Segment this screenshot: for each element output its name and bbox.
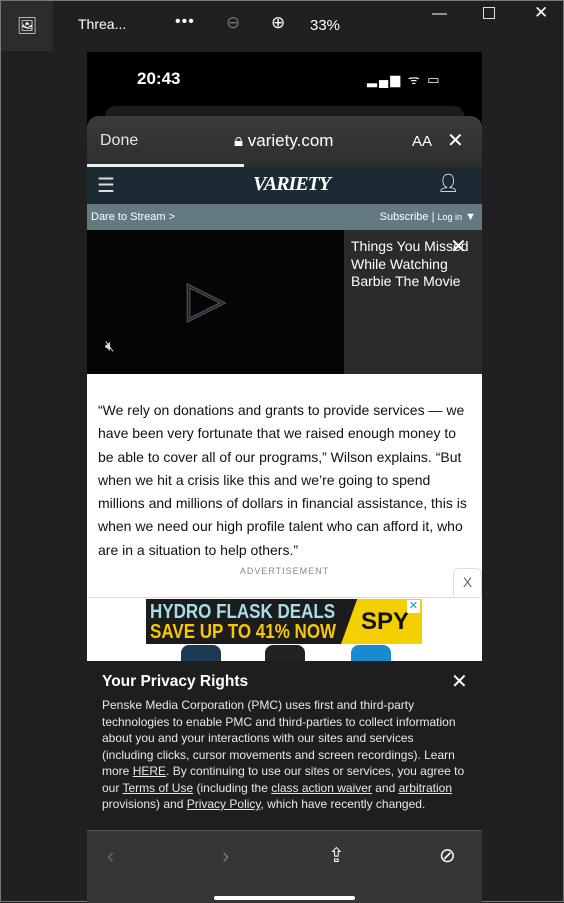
done-button[interactable]: Done bbox=[100, 132, 138, 150]
close-window-button[interactable]: ✕ bbox=[534, 3, 548, 23]
class-action-waiver-link[interactable]: class action waiver bbox=[271, 781, 372, 795]
phone-screenshot: 20:43 ▂▄▆ ᯤ ▭ Done 🔒︎ variety.com AA ✕ ☰… bbox=[87, 52, 482, 903]
subscribe-link[interactable]: Subscribe bbox=[380, 211, 429, 223]
zoom-out-icon[interactable]: ⊖ bbox=[226, 13, 240, 33]
compass-icon[interactable]: ⊘ bbox=[439, 843, 456, 868]
ad-area: HYDRO FLASK DEALS SAVE UP TO 41% NOW SPY… bbox=[87, 597, 482, 663]
status-icons: ▂▄▆ ᯤ ▭ bbox=[367, 72, 442, 87]
video-sidebar: Things You Missed While Watching Barbie … bbox=[344, 230, 482, 374]
url-text: variety.com bbox=[247, 131, 334, 150]
minimize-button[interactable]: — bbox=[432, 5, 447, 22]
window-title: Threa... bbox=[78, 16, 127, 32]
ad-choices-close-icon[interactable]: ✕ bbox=[407, 600, 420, 613]
video-player[interactable]: ▷ 🔇︎ bbox=[87, 230, 344, 374]
more-options-button[interactable]: ••• bbox=[175, 13, 195, 31]
user-icon[interactable]: 👤︎ bbox=[437, 173, 460, 194]
forward-icon[interactable]: › bbox=[222, 843, 229, 869]
browser-sheet: Done 🔒︎ variety.com AA ✕ ☰ VARIETY 👤︎ Da… bbox=[87, 116, 482, 903]
zoom-level: 33% bbox=[310, 17, 341, 34]
caret-down-icon[interactable]: ▼ bbox=[465, 211, 476, 223]
menu-icon[interactable]: ☰ bbox=[97, 173, 115, 198]
privacy-policy-link[interactable]: Privacy Policy bbox=[187, 797, 261, 811]
maximize-button[interactable] bbox=[483, 7, 495, 19]
text-size-button[interactable]: AA bbox=[412, 133, 432, 150]
close-privacy-icon[interactable]: ✕ bbox=[451, 669, 468, 694]
lock-icon: 🔒︎ bbox=[234, 131, 244, 150]
share-icon[interactable]: ⇪ bbox=[328, 843, 345, 868]
browser-header: Done 🔒︎ variety.com AA ✕ bbox=[87, 116, 482, 164]
url-label[interactable]: 🔒︎ variety.com bbox=[234, 131, 333, 151]
login-link[interactable]: Log in bbox=[438, 212, 463, 222]
privacy-text: Penske Media Corporation (PMC) uses firs… bbox=[102, 698, 465, 811]
status-time: 20:43 bbox=[137, 69, 181, 88]
photos-app-icon[interactable]: 🖼 bbox=[1, 1, 53, 51]
arbitration-link[interactable]: arbitration bbox=[399, 781, 452, 795]
home-indicator[interactable] bbox=[214, 896, 355, 900]
dare-to-stream-link[interactable]: Dare to Stream > bbox=[91, 211, 175, 223]
promo-bar: Dare to Stream > Subscribe | Log in ▼ bbox=[87, 204, 482, 230]
close-icon[interactable]: ✕ bbox=[447, 128, 464, 153]
play-logo-icon: ▷ bbox=[186, 271, 226, 328]
privacy-banner: Your Privacy Rights ✕ Penske Media Corpo… bbox=[87, 661, 482, 830]
privacy-title: Your Privacy Rights bbox=[102, 673, 249, 690]
close-video-icon[interactable]: ✕ bbox=[450, 234, 467, 259]
ad-label: ADVERTISEMENT bbox=[239, 566, 330, 576]
mute-icon[interactable]: 🔇︎ bbox=[105, 338, 114, 355]
ad-line-2: SAVE UP TO 41% NOW bbox=[150, 621, 337, 643]
ad-close-button[interactable]: X bbox=[453, 568, 482, 596]
terms-link[interactable]: Terms of Use bbox=[122, 781, 193, 795]
ad-banner[interactable]: HYDRO FLASK DEALS SAVE UP TO 41% NOW SPY… bbox=[146, 599, 422, 644]
site-nav: ☰ VARIETY 👤︎ bbox=[87, 167, 482, 204]
article-body: “We rely on donations and grants to prov… bbox=[87, 374, 482, 597]
zoom-in-icon[interactable]: ⊕ bbox=[271, 13, 285, 33]
window-titlebar: 🖼 Threa... ••• ⊖ ⊕ 33% — ✕ bbox=[1, 1, 564, 51]
account-links: Subscribe | Log in ▼ bbox=[379, 211, 476, 223]
variety-logo[interactable]: VARIETY bbox=[253, 173, 331, 196]
browser-toolbar: ‹ › ⇪ ⊘ bbox=[87, 830, 482, 903]
back-icon[interactable]: ‹ bbox=[107, 843, 114, 869]
here-link[interactable]: HERE bbox=[133, 764, 166, 778]
